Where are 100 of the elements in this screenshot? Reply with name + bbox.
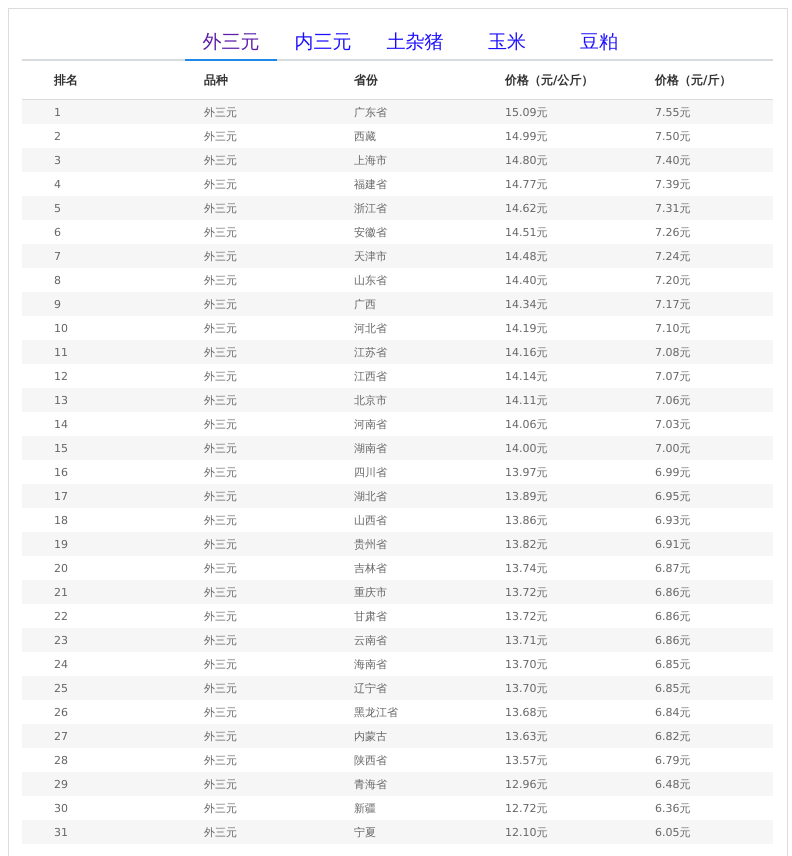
table-cell-text: 7.31元 [655, 200, 692, 216]
table-cell-text: 外三元 [204, 416, 238, 432]
tab[interactable]: 玉米 [461, 27, 553, 61]
table-cell-text: 外三元 [204, 824, 238, 840]
table-cell-text: 6.84元 [655, 704, 692, 720]
tab[interactable]: 外三元 [185, 27, 277, 61]
table-cell-text: 29 [54, 778, 69, 790]
table-cell-text: 7.08元 [655, 344, 692, 360]
table-cell-text: 7.40元 [655, 152, 692, 168]
table-cell-text: 浙江省 [354, 200, 388, 216]
table-cell-text: 1 [54, 106, 62, 118]
table-cell-text: 陕西省 [354, 752, 388, 768]
table-cell-text: 13.68元 [505, 704, 548, 720]
table-cell-text: 7.39元 [655, 176, 692, 192]
table-cell-text: 13.70元 [505, 680, 548, 696]
table-cell-text: 14.06元 [505, 416, 548, 432]
table-cell-text: 14 [54, 418, 69, 430]
table-cell-text: 外三元 [204, 776, 238, 792]
table-cell-text: 外三元 [204, 752, 238, 768]
column-header: 省份 [354, 72, 379, 88]
table-cell-text: 14.48元 [505, 248, 548, 264]
table-cell-text: 7.20元 [655, 272, 692, 288]
table-cell-text: 外三元 [204, 224, 238, 240]
table-cell-text: 外三元 [204, 680, 238, 696]
table-cell-text: 6.86元 [655, 608, 692, 624]
table-cell-text: 6 [54, 226, 62, 238]
table-cell-text: 甘肃省 [354, 608, 388, 624]
table-cell-text: 16 [54, 466, 69, 478]
table-cell-text: 天津市 [354, 248, 388, 264]
table-cell-text: 外三元 [204, 248, 238, 264]
table-cell-text: 黑龙江省 [354, 704, 399, 720]
table-cell-text: 外三元 [204, 464, 238, 480]
table-cell-text: 8 [54, 274, 62, 286]
table-cell-text: 外三元 [204, 440, 238, 456]
table-cell-text: 外三元 [204, 608, 238, 624]
tab[interactable]: 内三元 [277, 27, 369, 61]
table-cell-text: 江苏省 [354, 344, 388, 360]
tab[interactable]: 豆粕 [553, 27, 645, 61]
table-cell-text: 14.77元 [505, 176, 548, 192]
table-cell-text: 外三元 [204, 272, 238, 288]
table-cell-text: 12.96元 [505, 776, 548, 792]
table-cell-text: 外三元 [204, 728, 238, 744]
table-cell-text: 7.03元 [655, 416, 692, 432]
table-cell-text: 14.19元 [505, 320, 548, 336]
column-header: 价格（元/斤） [655, 72, 732, 88]
table-cell-text: 江西省 [354, 368, 388, 384]
table-cell-text: 6.91元 [655, 536, 692, 552]
table-cell-text: 26 [54, 706, 69, 718]
table-cell-text: 31 [54, 826, 69, 838]
table-cell-text: 13.89元 [505, 488, 548, 504]
table-cell-text: 13.72元 [505, 584, 548, 600]
table-cell-text: 新疆 [354, 800, 377, 816]
tab[interactable]: 土杂猪 [369, 27, 461, 61]
table-cell-text: 15 [54, 442, 69, 454]
table-cell-text: 15.09元 [505, 104, 548, 120]
table-cell-text: 6.36元 [655, 800, 692, 816]
table-cell-text: 12.10元 [505, 824, 548, 840]
table-cell-text: 6.85元 [655, 656, 692, 672]
table-cell-text: 13.82元 [505, 536, 548, 552]
table-cell-text: 湖南省 [354, 440, 388, 456]
table-cell-text: 13.63元 [505, 728, 548, 744]
table-cell-text: 2 [54, 130, 62, 142]
table-cell-text: 6.93元 [655, 512, 692, 528]
table-cell-text: 5 [54, 202, 62, 214]
table-cell-text: 7.50元 [655, 128, 692, 144]
table-cell-text: 北京市 [354, 392, 388, 408]
table-cell-text: 10 [54, 322, 69, 334]
table-cell-text: 外三元 [204, 800, 238, 816]
table-cell-text: 6.99元 [655, 464, 692, 480]
table-cell-text: 7.07元 [655, 368, 692, 384]
table-cell-text: 4 [54, 178, 62, 190]
column-header: 价格（元/公斤） [505, 72, 594, 88]
table-cell-text: 13.70元 [505, 656, 548, 672]
table-cell-text: 云南省 [354, 632, 388, 648]
table-cell-text: 19 [54, 538, 69, 550]
table-cell-text: 6.86元 [655, 632, 692, 648]
table-cell-text: 外三元 [204, 320, 238, 336]
table-cell-text: 广东省 [354, 104, 388, 120]
table-cell-text: 外三元 [204, 128, 238, 144]
table-cell-text: 6.05元 [655, 824, 692, 840]
table-cell-text: 外三元 [204, 632, 238, 648]
table-cell-text: 27 [54, 730, 69, 742]
table-cell-text: 外三元 [204, 536, 238, 552]
table-cell-text: 13.72元 [505, 608, 548, 624]
table-cell-text: 14.99元 [505, 128, 548, 144]
table-cell-text: 外三元 [204, 176, 238, 192]
table-cell-text: 外三元 [204, 704, 238, 720]
table-cell-text: 13.74元 [505, 560, 548, 576]
table-cell-text: 6.86元 [655, 584, 692, 600]
table-cell-text: 6.87元 [655, 560, 692, 576]
column-header: 排名 [54, 72, 79, 88]
table-cell-text: 24 [54, 658, 69, 670]
table-cell-text: 6.48元 [655, 776, 692, 792]
table-cell-text: 14.16元 [505, 344, 548, 360]
table-cell-text: 6.79元 [655, 752, 692, 768]
table-cell-text: 14.51元 [505, 224, 548, 240]
table-cell-text: 外三元 [204, 344, 238, 360]
table-cell-text: 重庆市 [354, 584, 388, 600]
table-cell-text: 7.10元 [655, 320, 692, 336]
table-cell-text: 12.72元 [505, 800, 548, 816]
